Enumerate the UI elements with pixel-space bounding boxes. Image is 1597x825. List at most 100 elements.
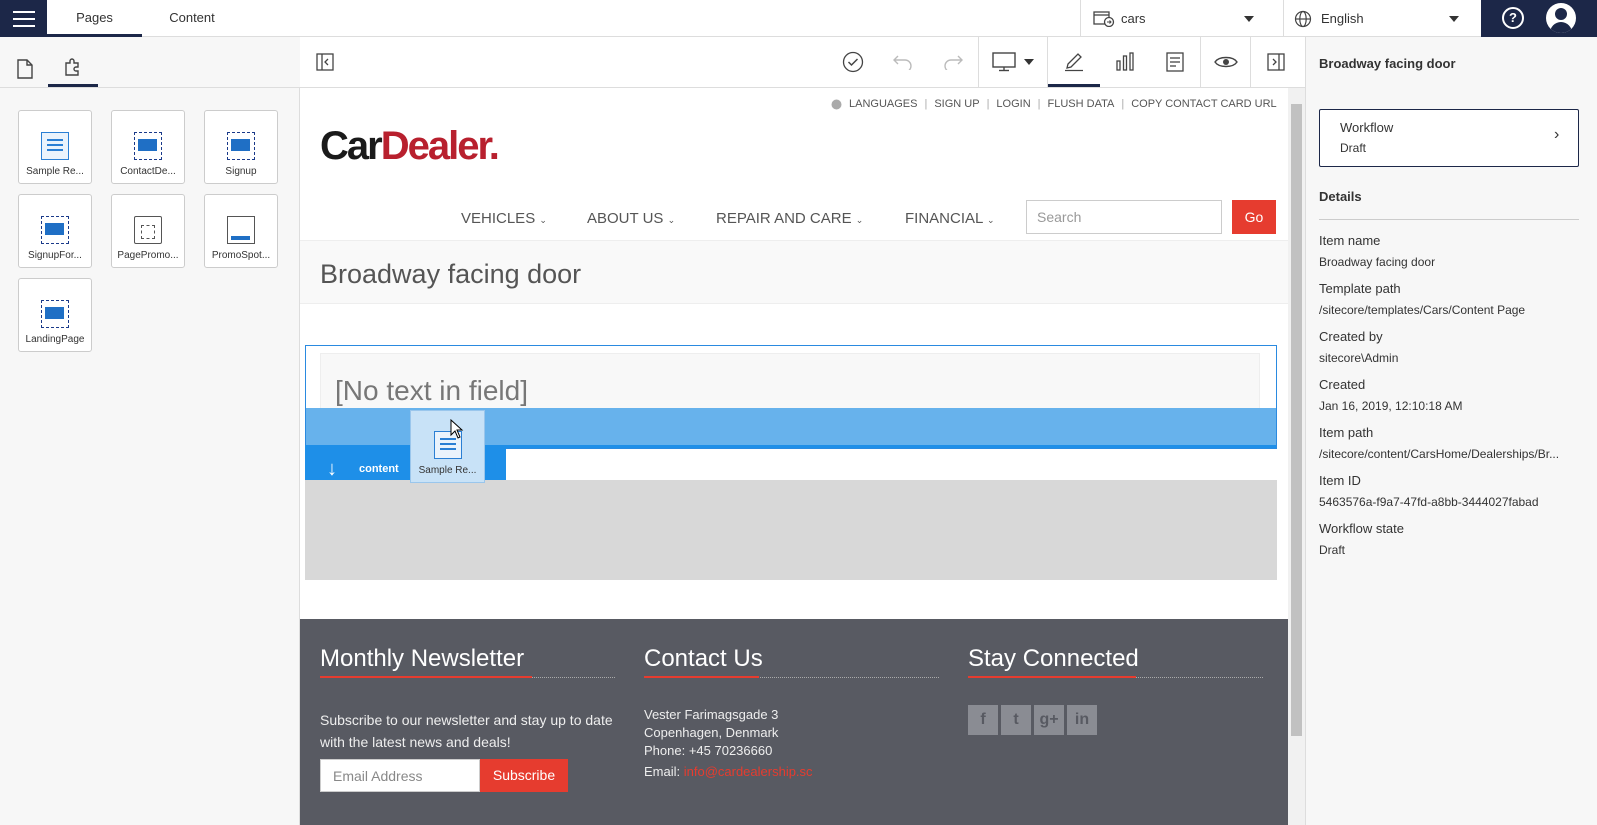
nav-label: REPAIR AND CARE [716, 210, 852, 227]
page-tree-tab[interactable] [0, 50, 50, 87]
contact-title: Contact Us [644, 645, 763, 672]
workflow-value: Draft [1340, 141, 1367, 155]
nav-about-us[interactable]: ABOUT US ⌄ [587, 210, 675, 227]
linkedin-icon[interactable]: in [1067, 705, 1097, 735]
facebook-icon[interactable]: f [968, 705, 998, 735]
components-tab[interactable] [48, 50, 98, 87]
empty-field-text[interactable]: [No text in field] [335, 375, 528, 407]
placeholder-name: content [359, 463, 399, 475]
globe-icon [1294, 10, 1312, 27]
nav-repair-and-care[interactable]: REPAIR AND CARE ⌄ [716, 210, 863, 227]
login-link[interactable]: LOGIN [996, 98, 1030, 110]
separator: | [1121, 98, 1125, 110]
rendering-contact-details[interactable]: ContactDe... [111, 110, 185, 184]
rendering-label: PagePromo... [117, 250, 179, 261]
analytics-chart-icon[interactable] [1100, 37, 1150, 87]
workflow-state-label: Workflow state [1319, 521, 1405, 536]
page-title[interactable]: Broadway facing door [320, 259, 581, 290]
globe-icon [831, 99, 842, 109]
tab-content[interactable]: Content [142, 0, 242, 37]
workflow-card[interactable]: Workflow Draft › [1319, 109, 1579, 167]
site-icon [1093, 10, 1115, 27]
divider [1319, 219, 1579, 220]
site-search-input[interactable]: Search [1026, 200, 1222, 234]
details-heading: Details [1319, 189, 1362, 204]
sign-up-link[interactable]: SIGN UP [934, 98, 979, 110]
google-plus-icon[interactable]: g+ [1034, 705, 1064, 735]
item-id-label: Item ID [1319, 473, 1361, 488]
nav-financial[interactable]: FINANCIAL ⌄ [905, 210, 995, 227]
undo-icon[interactable] [886, 37, 920, 87]
rendering-signup[interactable]: Signup [204, 110, 278, 184]
item-name-value: Broadway facing door [1319, 255, 1436, 269]
contact-address-2: Copenhagen, Denmark [644, 725, 779, 740]
rendering-signup-form[interactable]: SignupFor... [18, 194, 92, 268]
dragged-rendering[interactable]: Sample Re... [410, 410, 485, 483]
email-input[interactable]: Email Address [320, 759, 480, 792]
properties-title: Broadway facing door [1319, 56, 1456, 71]
rendering-label: LandingPage [25, 334, 85, 345]
item-name-label: Item name [1319, 233, 1381, 248]
device-selector[interactable] [978, 37, 1048, 87]
mouse-cursor-icon [450, 419, 464, 439]
page-icon [17, 58, 33, 79]
item-path-value: /sitecore/content/CarsHome/Dealerships/B… [1319, 447, 1560, 461]
empty-placeholder-area[interactable] [305, 480, 1277, 580]
chevron-down-icon: ⌄ [667, 215, 676, 225]
flush-data-link[interactable]: FLUSH DATA [1048, 98, 1115, 110]
rendering-page-promo[interactable]: PagePromo... [111, 194, 185, 268]
site-logo[interactable]: CarDealer. [320, 124, 500, 169]
page-details-icon[interactable] [1150, 37, 1200, 87]
chevron-down-icon: ⌄ [855, 215, 864, 225]
nav-vehicles[interactable]: VEHICLES ⌄ [461, 210, 547, 227]
created-label: Created [1319, 377, 1366, 392]
puzzle-icon [65, 58, 79, 76]
chevron-down-icon [1024, 59, 1034, 65]
nav-label: ABOUT US [587, 210, 664, 227]
languages-link[interactable]: LANGUAGES [849, 98, 917, 110]
divider-accent [320, 676, 532, 678]
help-icon[interactable]: ? [1502, 7, 1524, 29]
workflow-label: Workflow [1340, 120, 1394, 135]
edit-mode-pencil-icon[interactable] [1048, 37, 1100, 87]
item-id-value: 5463576a-f9a7-47fd-a8bb-3444027fabad [1319, 495, 1539, 509]
preview-eye-icon[interactable] [1200, 37, 1250, 87]
rendering-sample-rendering[interactable]: Sample Re... [18, 110, 92, 184]
workflow-state-value: Draft [1319, 543, 1346, 557]
template-path-value: /sitecore/templates/Cars/Content Page [1319, 303, 1526, 317]
scrollbar-thumb[interactable] [1291, 104, 1302, 736]
collapse-right-panel-icon[interactable] [1250, 37, 1300, 87]
newsletter-title: Monthly Newsletter [320, 645, 525, 672]
subscribe-button[interactable]: Subscribe [480, 759, 568, 792]
created-by-label: Created by [1319, 329, 1383, 344]
site-name: cars [1121, 11, 1146, 26]
top-right-area [1481, 0, 1597, 37]
site-selector[interactable]: cars [1080, 0, 1276, 37]
nav-label: FINANCIAL [905, 210, 983, 227]
chevron-right-icon: › [1554, 126, 1560, 143]
contact-address-1: Vester Farimagsgade 3 [644, 707, 779, 722]
collapse-left-panel-icon[interactable] [310, 37, 340, 87]
search-go-button[interactable]: Go [1232, 200, 1276, 234]
validate-icon[interactable] [836, 37, 870, 87]
rendering-landing-page[interactable]: LandingPage [18, 278, 92, 352]
separator: | [1037, 98, 1041, 110]
redo-icon[interactable] [936, 37, 970, 87]
language-selector[interactable]: English [1283, 0, 1481, 37]
rendering-promo-spot[interactable]: PromoSpot... [204, 194, 278, 268]
text-rendering-icon [41, 132, 69, 160]
divider-accent [968, 676, 1136, 678]
twitter-icon[interactable]: t [1001, 705, 1031, 735]
rendering-label: SignupFor... [28, 250, 82, 261]
chevron-down-icon: ⌄ [986, 215, 995, 225]
placeholder-rendering-icon [227, 132, 255, 160]
hamburger-menu-icon[interactable] [0, 0, 47, 37]
social-title: Stay Connected [968, 645, 1139, 672]
rendering-label: PromoSpot... [211, 250, 271, 261]
tab-pages[interactable]: Pages [47, 0, 142, 37]
email-link[interactable]: info@cardealership.sc [684, 764, 813, 779]
copy-contact-card-url-link[interactable]: COPY CONTACT CARD URL [1131, 98, 1276, 110]
avatar[interactable] [1546, 3, 1576, 33]
page-promo-icon [134, 216, 162, 244]
rendering-label: Sample Re... [418, 465, 477, 476]
